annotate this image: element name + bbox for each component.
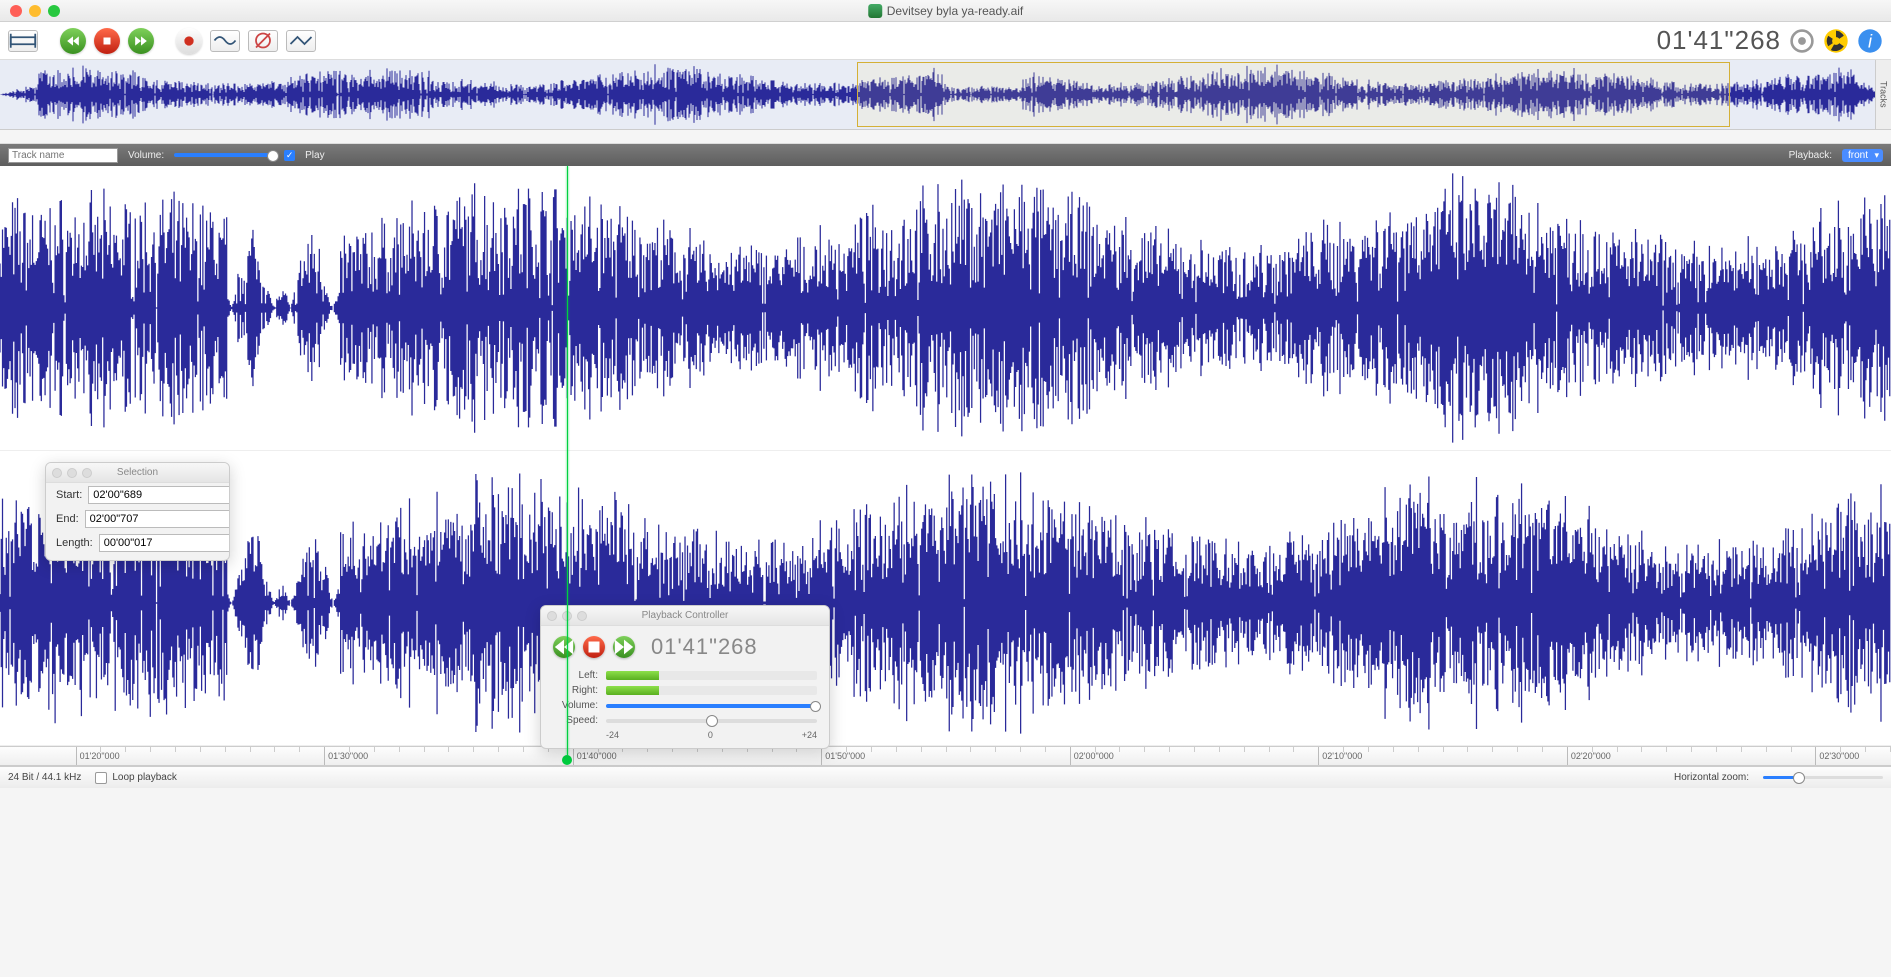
- time-ruler[interactable]: 01'20"000 01'30"000 01'40"000 01'50"000 02'0…: [0, 746, 1891, 766]
- stop-button[interactable]: [94, 28, 120, 54]
- forward-button[interactable]: [128, 28, 154, 54]
- pbc-speed-label: Speed:: [553, 715, 598, 726]
- pbc-stop-button[interactable]: [583, 636, 605, 658]
- zoom-window-button[interactable]: [48, 5, 60, 17]
- selection-end-label: End:: [56, 513, 79, 525]
- playhead[interactable]: [567, 166, 568, 756]
- panel-zoom-icon[interactable]: [82, 468, 92, 478]
- pbc-right-meter: [606, 686, 817, 695]
- window-title: Devitsey byla ya-ready.aif: [868, 4, 1024, 18]
- selection-panel[interactable]: Selection Start: End: Length:: [45, 462, 230, 561]
- pbc-rewind-button[interactable]: [553, 636, 575, 658]
- current-time-display: 01'41"268: [1657, 25, 1781, 56]
- tool-button-3[interactable]: [286, 30, 316, 52]
- ruler-tick: 02'20"000: [1567, 747, 1611, 765]
- playback-label: Playback:: [1789, 150, 1832, 161]
- ruler-tick: 01'20"000: [76, 747, 120, 765]
- minimize-window-button[interactable]: [29, 5, 41, 17]
- pbc-time-display: 01'41"268: [651, 634, 758, 660]
- overview-waveform[interactable]: Tracks: [0, 60, 1891, 130]
- waveform-channel-right[interactable]: [0, 461, 1891, 746]
- selection-length-label: Length:: [56, 537, 93, 549]
- track-name-input[interactable]: [8, 148, 118, 163]
- selection-start-input[interactable]: [88, 486, 230, 504]
- ruler-tick: 02'30"000: [1815, 747, 1859, 765]
- pbc-speed-slider[interactable]: [606, 719, 817, 723]
- playback-select[interactable]: front: [1842, 149, 1883, 162]
- tool-button-1[interactable]: [210, 30, 240, 52]
- playback-panel-title: Playback Controller: [541, 606, 829, 626]
- pbc-left-label: Left:: [553, 670, 598, 681]
- panel-min-icon[interactable]: [67, 468, 77, 478]
- pbc-volume-label: Volume:: [553, 700, 598, 711]
- play-label: Play: [305, 150, 324, 161]
- audio-format-label: 24 Bit / 44.1 kHz: [8, 772, 81, 783]
- horizontal-zoom-slider[interactable]: [1763, 776, 1883, 779]
- waveform-channel-left[interactable]: [0, 166, 1891, 451]
- document-icon: [868, 4, 882, 18]
- burn-button[interactable]: [1823, 28, 1849, 54]
- loop-playback-label: Loop playback: [112, 772, 177, 783]
- pbc-left-meter: [606, 671, 817, 680]
- ruler-tick: 02'10"000: [1318, 747, 1362, 765]
- tool-button-2[interactable]: [248, 30, 278, 52]
- toolbar: 01'41"268 i: [0, 22, 1891, 60]
- selection-end-input[interactable]: [85, 510, 230, 528]
- pbc-speed-mid: 0: [708, 730, 713, 740]
- loop-playback-checkbox[interactable]: [95, 772, 107, 784]
- titlebar: Devitsey byla ya-ready.aif: [0, 0, 1891, 22]
- info-button[interactable]: i: [1857, 28, 1883, 54]
- ruler-tick: 01'50"000: [821, 747, 865, 765]
- ruler-tick: 02'00"000: [1070, 747, 1114, 765]
- pbc-forward-button[interactable]: [613, 636, 635, 658]
- playback-controller-panel[interactable]: Playback Controller 01'41"268 Left: Righ…: [540, 605, 830, 749]
- pbc-volume-slider[interactable]: [606, 704, 817, 708]
- horizontal-zoom-label: Horizontal zoom:: [1674, 772, 1749, 783]
- panel-close-icon[interactable]: [52, 468, 62, 478]
- rewind-button[interactable]: [60, 28, 86, 54]
- pbc-speed-min: -24: [606, 730, 619, 740]
- playhead-marker[interactable]: [562, 755, 572, 765]
- selection-panel-title: Selection: [46, 463, 229, 483]
- record-button[interactable]: [176, 28, 202, 54]
- close-window-button[interactable]: [10, 5, 22, 17]
- ruler-tick: 01'40"000: [573, 747, 617, 765]
- volume-label: Volume:: [128, 150, 164, 161]
- window-controls: [0, 5, 60, 17]
- selection-length-input[interactable]: [99, 534, 230, 552]
- pbc-right-label: Right:: [553, 685, 598, 696]
- settings-button[interactable]: [1789, 28, 1815, 54]
- tracks-tab[interactable]: Tracks: [1875, 60, 1891, 129]
- main-waveform-area: 01'20"000 01'30"000 01'40"000 01'50"000 02'0…: [0, 166, 1891, 766]
- track-volume-slider[interactable]: [174, 153, 274, 157]
- play-checkbox[interactable]: ✓: [284, 150, 295, 161]
- window-title-text: Devitsey byla ya-ready.aif: [887, 4, 1024, 18]
- selection-tool-button[interactable]: [8, 30, 38, 52]
- panel-zoom-icon[interactable]: [577, 611, 587, 621]
- ruler-tick: 01'30"000: [324, 747, 368, 765]
- selection-start-label: Start:: [56, 489, 82, 501]
- status-bar: 24 Bit / 44.1 kHz Loop playback Horizont…: [0, 766, 1891, 788]
- track-header-bar: Volume: ✓ Play Playback: front: [0, 144, 1891, 166]
- pbc-speed-max: +24: [802, 730, 817, 740]
- panel-close-icon[interactable]: [547, 611, 557, 621]
